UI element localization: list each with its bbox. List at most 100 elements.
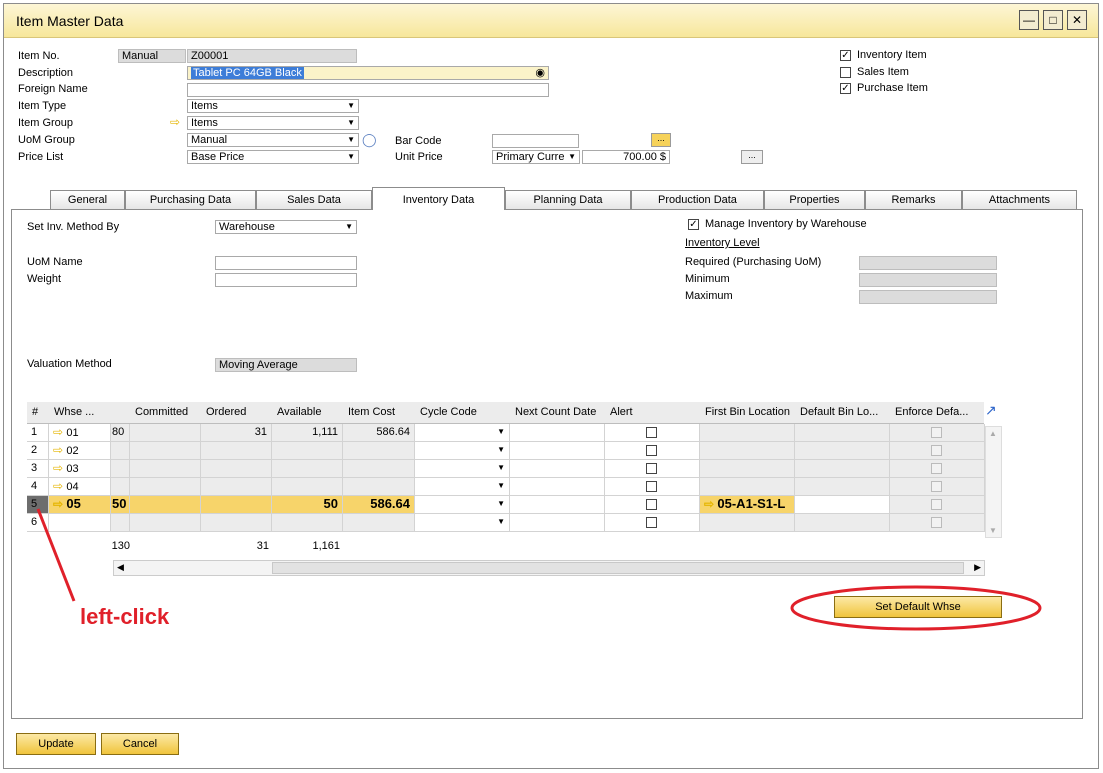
grid-cell-ordered[interactable] bbox=[201, 478, 272, 496]
grid-cell-cost[interactable] bbox=[343, 514, 415, 532]
scroll-up-icon[interactable]: ▲ bbox=[989, 429, 997, 438]
link-arrow-icon[interactable]: ⇨ bbox=[53, 479, 66, 493]
item-type-select[interactable]: Items bbox=[187, 99, 359, 113]
grid-cell-ordered[interactable] bbox=[201, 460, 272, 478]
grid-cell-committed[interactable] bbox=[130, 514, 201, 532]
grid-cell-alert[interactable] bbox=[605, 460, 700, 478]
grid-cell-cycle[interactable]: ▼ bbox=[415, 514, 510, 532]
col-enforce-header[interactable]: Enforce Defa... bbox=[890, 402, 984, 424]
grid-cell-ordered[interactable]: 31 bbox=[201, 424, 272, 442]
expand-icon[interactable]: ↗ bbox=[985, 403, 1001, 419]
grid-cell-instock[interactable] bbox=[111, 514, 130, 532]
grid-cell-available[interactable]: 1,111 bbox=[272, 424, 343, 442]
grid-cell-cost[interactable] bbox=[343, 442, 415, 460]
link-arrow-icon[interactable]: ⇨ bbox=[704, 497, 717, 511]
grid-cell-nextcount[interactable] bbox=[510, 424, 605, 442]
scroll-thumb[interactable] bbox=[272, 562, 964, 574]
tab-inventory-data[interactable]: Inventory Data bbox=[372, 187, 505, 210]
grid-cell-instock[interactable] bbox=[111, 460, 130, 478]
alert-checkbox[interactable] bbox=[646, 481, 657, 492]
col-whse-header[interactable]: Whse ... bbox=[49, 402, 111, 424]
grid-cell-available[interactable] bbox=[272, 478, 343, 496]
grid-cell-bin[interactable] bbox=[700, 442, 795, 460]
grid-cell-enforce[interactable] bbox=[890, 496, 985, 514]
tab-remarks[interactable]: Remarks bbox=[865, 190, 962, 209]
grid-cell-alert[interactable] bbox=[605, 496, 700, 514]
grid-cell-instock[interactable] bbox=[111, 478, 130, 496]
col-ordered-header[interactable]: Ordered bbox=[201, 402, 272, 424]
grid-cell-whse[interactable]: ⇨ 04 bbox=[49, 478, 111, 496]
item-no-series[interactable]: Manual bbox=[118, 49, 186, 63]
grid-cell-whse[interactable]: ⇨ 03 bbox=[49, 460, 111, 478]
row-number[interactable]: 4 bbox=[27, 478, 49, 496]
grid-cell-cycle[interactable]: ▼ bbox=[415, 496, 510, 514]
grid-cell-nextcount[interactable] bbox=[510, 514, 605, 532]
maximum-field[interactable] bbox=[859, 290, 997, 304]
col-committed-header[interactable]: Committed bbox=[130, 402, 201, 424]
grid-cell-cycle[interactable]: ▼ bbox=[415, 442, 510, 460]
scroll-left-icon[interactable]: ◀ bbox=[117, 562, 124, 573]
link-arrow-icon[interactable]: ⇨ bbox=[170, 115, 180, 129]
vertical-scrollbar[interactable]: ▲ ▼ bbox=[985, 426, 1002, 538]
grid-cell-cycle[interactable]: ▼ bbox=[415, 460, 510, 478]
scroll-right-icon[interactable]: ▶ bbox=[974, 562, 981, 573]
grid-cell-alert[interactable] bbox=[605, 424, 700, 442]
cancel-button[interactable]: Cancel bbox=[101, 733, 179, 755]
horizontal-scrollbar[interactable]: ◀ ▶ bbox=[113, 560, 985, 576]
maximize-icon[interactable]: □ bbox=[1043, 10, 1063, 30]
enforce-checkbox[interactable] bbox=[931, 481, 942, 492]
tab-planning-data[interactable]: Planning Data bbox=[505, 190, 631, 209]
grid-cell-committed[interactable] bbox=[130, 442, 201, 460]
bar-code-field[interactable] bbox=[492, 134, 579, 148]
enforce-checkbox[interactable] bbox=[931, 463, 942, 474]
grid-cell-cost[interactable] bbox=[343, 478, 415, 496]
enforce-checkbox[interactable] bbox=[931, 445, 942, 456]
grid-cell-instock[interactable] bbox=[111, 442, 130, 460]
required-field[interactable] bbox=[859, 256, 997, 270]
alert-checkbox[interactable] bbox=[646, 427, 657, 438]
chevron-down-icon[interactable]: ▼ bbox=[497, 478, 505, 494]
grid-cell-enforce[interactable] bbox=[890, 460, 985, 478]
tab-properties[interactable]: Properties bbox=[764, 190, 865, 209]
row-number[interactable]: 1 bbox=[27, 424, 49, 442]
grid-cell-whse[interactable]: ⇨ 02 bbox=[49, 442, 111, 460]
grid-cell-cost[interactable]: 586.64 bbox=[343, 424, 415, 442]
grid-cell-defbin[interactable] bbox=[795, 424, 890, 442]
grid-cell-alert[interactable] bbox=[605, 442, 700, 460]
grid-cell-enforce[interactable] bbox=[890, 478, 985, 496]
update-button[interactable]: Update bbox=[16, 733, 96, 755]
grid-cell-cost[interactable] bbox=[343, 460, 415, 478]
grid-cell-defbin[interactable] bbox=[795, 478, 890, 496]
scroll-down-icon[interactable]: ▼ bbox=[989, 526, 997, 535]
valuation-method-field[interactable]: Moving Average bbox=[215, 358, 357, 372]
col-first-bin-header[interactable]: First Bin Location bbox=[700, 402, 795, 424]
col-next-count-header[interactable]: Next Count Date bbox=[510, 402, 605, 424]
sales-item-checkbox[interactable] bbox=[840, 67, 851, 78]
grid-cell-cycle[interactable]: ▼ bbox=[415, 424, 510, 442]
grid-cell-defbin[interactable] bbox=[795, 460, 890, 478]
alert-checkbox[interactable] bbox=[646, 499, 657, 510]
currency-select[interactable]: Primary Curre bbox=[492, 150, 580, 164]
link-arrow-icon[interactable]: ⇨ bbox=[53, 443, 66, 457]
grid-cell-ordered[interactable] bbox=[201, 496, 272, 514]
enforce-checkbox[interactable] bbox=[931, 499, 942, 510]
grid-cell-alert[interactable] bbox=[605, 514, 700, 532]
close-icon[interactable]: ✕ bbox=[1067, 10, 1087, 30]
tab-production-data[interactable]: Production Data bbox=[631, 190, 764, 209]
grid-cell-available[interactable]: 50 bbox=[272, 496, 343, 514]
grid-cell-enforce[interactable] bbox=[890, 424, 985, 442]
grid-cell-whse[interactable]: ⇨ 01 bbox=[49, 424, 111, 442]
unit-price-field[interactable]: 700.00 $ bbox=[582, 150, 670, 164]
col-cycle-code-header[interactable]: Cycle Code bbox=[415, 402, 510, 424]
purchase-item-checkbox[interactable]: ✓ bbox=[840, 83, 851, 94]
grid-cell-instock[interactable]: 50 bbox=[111, 496, 130, 514]
grid-cell-bin[interactable] bbox=[700, 460, 795, 478]
grid-cell-ordered[interactable] bbox=[201, 514, 272, 532]
price-ellipsis-button[interactable]: ... bbox=[741, 150, 763, 164]
alert-checkbox[interactable] bbox=[646, 463, 657, 474]
grid-cell-nextcount[interactable] bbox=[510, 478, 605, 496]
grid-cell-committed[interactable] bbox=[130, 496, 201, 514]
row-number[interactable]: 2 bbox=[27, 442, 49, 460]
chevron-down-icon[interactable]: ▼ bbox=[497, 496, 505, 512]
grid-cell-committed[interactable] bbox=[130, 460, 201, 478]
